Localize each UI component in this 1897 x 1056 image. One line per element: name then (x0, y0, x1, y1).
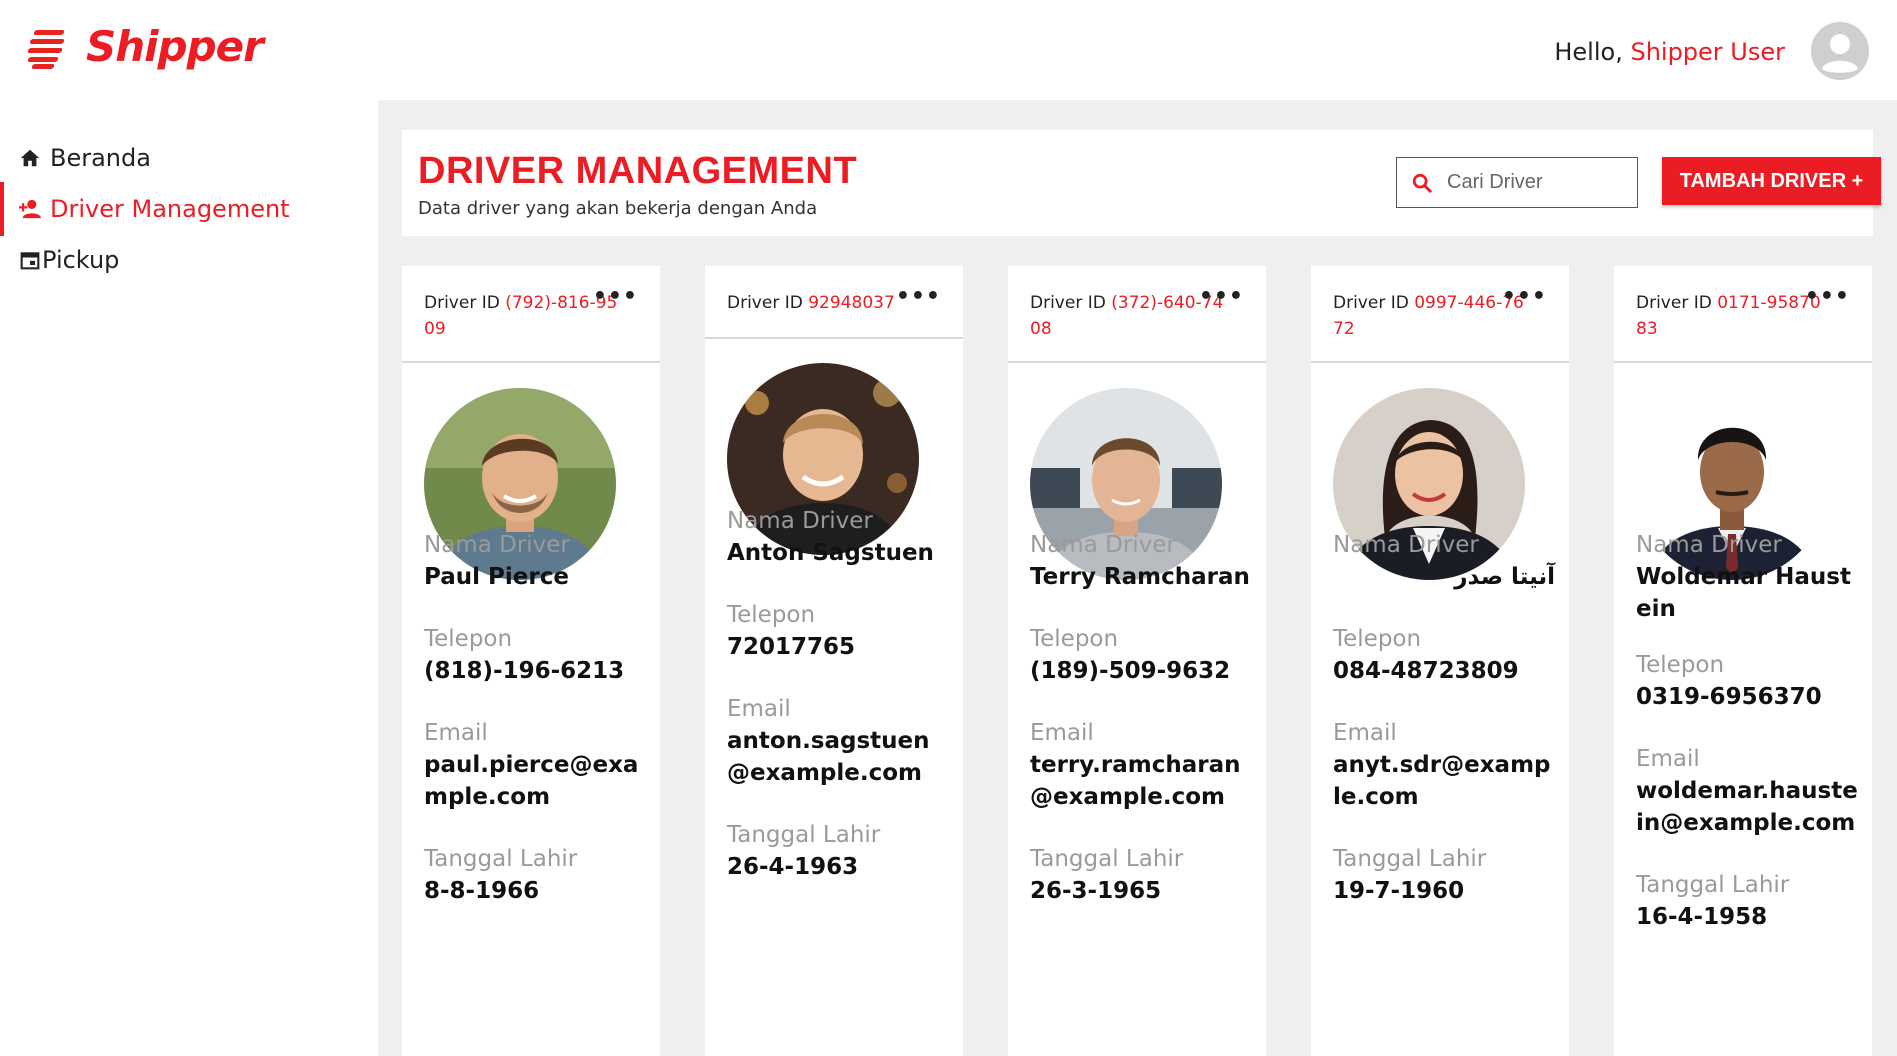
birthdate-label: Tanggal Lahir (1030, 846, 1184, 872)
top-header: Shipper Hello, Shipper User (0, 0, 1897, 100)
driver-phone: (818)-196-6213 (424, 658, 625, 684)
person-add-icon (18, 197, 42, 221)
driver-name: Paul Pierce (424, 564, 569, 590)
page-header-panel: DRIVER MANAGEMENT Data driver yang akan … (402, 130, 1881, 236)
driver-card-header: Driver ID (792)-816-95 09 ••• (402, 266, 660, 363)
driver-birthdate: 26-4-1963 (727, 854, 859, 880)
page-title: DRIVER MANAGEMENT (418, 150, 858, 192)
phone-label: Telepon (727, 602, 816, 628)
search-icon (1397, 172, 1447, 194)
driver-id-label: Driver ID (424, 293, 506, 313)
greeting-prefix: Hello, (1554, 38, 1631, 66)
driver-card: Driver ID (372)-640-74 08 ••• Nama Drive (1008, 266, 1266, 1056)
birthdate-label: Tanggal Lahir (424, 846, 578, 872)
driver-id-label: Driver ID (1030, 293, 1112, 313)
driver-phone: 084-48723809 (1333, 658, 1519, 684)
driver-phone: 0319-6956370 (1636, 684, 1822, 710)
phone-label: Telepon (1333, 626, 1422, 652)
email-label: Email (1030, 720, 1094, 746)
add-driver-button[interactable]: TAMBAH DRIVER + (1662, 157, 1881, 205)
more-options-icon[interactable]: ••• (896, 284, 941, 310)
driver-name: آنیتا صدر (1454, 564, 1555, 590)
driver-card-header: Driver ID 92948037 ••• (705, 266, 963, 339)
driver-id-label: Driver ID (1333, 293, 1415, 313)
more-options-icon[interactable]: ••• (1502, 284, 1547, 310)
driver-card-header: Driver ID (372)-640-74 08 ••• (1008, 266, 1266, 363)
user-avatar-icon[interactable] (1811, 22, 1869, 80)
driver-card: Driver ID (792)-816-95 09 ••• Nama Drive… (402, 266, 660, 1056)
birthdate-label: Tanggal Lahir (1333, 846, 1487, 872)
phone-label: Telepon (1636, 652, 1725, 678)
driver-id-value-cont: 83 (1636, 319, 1658, 339)
sidebar-item-label: Driver Management (50, 195, 290, 223)
driver-card-header: Driver ID 0171-95870 83 ••• (1614, 266, 1872, 363)
calendar-icon (18, 248, 42, 272)
driver-phone: (189)-509-9632 (1030, 658, 1231, 684)
driver-phone: 72017765 (727, 634, 856, 660)
name-label: Nama Driver (1636, 532, 1782, 558)
more-options-icon[interactable]: ••• (593, 284, 638, 310)
driver-email: anyt.sdr@example.com (1333, 752, 1551, 810)
birthdate-label: Tanggal Lahir (727, 822, 881, 848)
driver-birthdate: 16-4-1958 (1636, 904, 1768, 930)
sidebar: Beranda Driver Management Pickup (0, 100, 378, 1056)
search-input[interactable] (1447, 171, 1627, 194)
brand-name: Shipper (86, 22, 264, 71)
driver-card: Driver ID 92948037 ••• Nama Driver Anton… (705, 266, 963, 1056)
sidebar-item-beranda[interactable]: Beranda (0, 131, 378, 185)
driver-id-value-cont: 72 (1333, 319, 1355, 339)
driver-id-value-cont: 08 (1030, 319, 1052, 339)
driver-card: Driver ID 0171-95870 83 ••• Nama Driver … (1614, 266, 1872, 1056)
email-label: Email (1333, 720, 1397, 746)
more-options-icon[interactable]: ••• (1199, 284, 1244, 310)
page-subtitle: Data driver yang akan bekerja dengan And… (418, 198, 818, 219)
name-label: Nama Driver (1333, 532, 1479, 558)
birthdate-label: Tanggal Lahir (1636, 872, 1790, 898)
sidebar-item-label: Beranda (50, 144, 151, 172)
email-label: Email (727, 696, 791, 722)
driver-name: Anton Sagstuen (727, 540, 934, 566)
phone-label: Telepon (424, 626, 513, 652)
driver-card: Driver ID 0997-446-76 72 ••• Nama Driver… (1311, 266, 1569, 1056)
shipper-logo-icon (27, 24, 74, 70)
driver-id-value-cont: 09 (424, 319, 446, 339)
driver-card-header: Driver ID 0997-446-76 72 ••• (1311, 266, 1569, 363)
driver-card-list: Driver ID (792)-816-95 09 ••• Nama Drive… (402, 266, 1873, 1056)
driver-email: terry.ramcharan@example.com (1030, 752, 1241, 810)
driver-birthdate: 19-7-1960 (1333, 878, 1465, 904)
more-options-icon[interactable]: ••• (1805, 284, 1850, 310)
driver-email: paul.pierce@example.com (424, 752, 639, 810)
sidebar-item-driver-management[interactable]: Driver Management (0, 182, 378, 236)
email-label: Email (1636, 746, 1700, 772)
name-label: Nama Driver (727, 508, 873, 534)
name-label: Nama Driver (424, 532, 570, 558)
user-greeting: Hello, Shipper User (1554, 38, 1785, 66)
driver-birthdate: 8-8-1966 (424, 878, 540, 904)
home-icon (18, 146, 42, 170)
driver-id-label: Driver ID (1636, 293, 1718, 313)
search-driver-box[interactable] (1396, 157, 1638, 208)
driver-email: anton.sagstuen@example.com (727, 728, 930, 786)
driver-birthdate: 26-3-1965 (1030, 878, 1162, 904)
phone-label: Telepon (1030, 626, 1119, 652)
email-label: Email (424, 720, 488, 746)
brand-logo[interactable]: Shipper (27, 22, 264, 71)
main-content: DRIVER MANAGEMENT Data driver yang akan … (378, 100, 1897, 1056)
user-name[interactable]: Shipper User (1630, 38, 1785, 66)
driver-name: Terry Ramcharan (1030, 564, 1250, 590)
driver-email: woldemar.haustein@example.com (1636, 778, 1858, 836)
driver-id-label: Driver ID (727, 293, 809, 313)
name-label: Nama Driver (1030, 532, 1176, 558)
driver-name: Woldemar Haustein (1636, 564, 1851, 622)
sidebar-item-label: Pickup (42, 246, 120, 274)
driver-id-value: 92948037 (808, 293, 895, 313)
sidebar-item-pickup[interactable]: Pickup (0, 233, 378, 287)
